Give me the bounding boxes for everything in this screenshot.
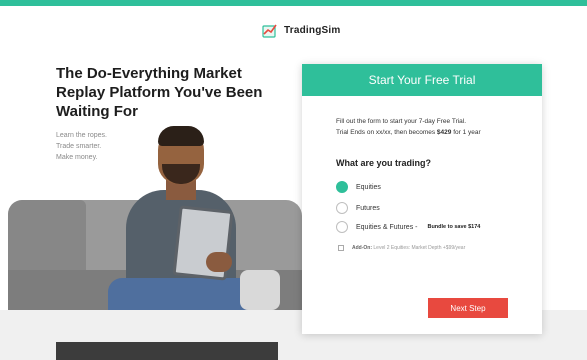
pillow [240,270,280,310]
addon-text: Add-On: Level 2 Equities: Market Depth +… [352,245,465,251]
addon-detail: Level 2 Equities: Market Depth +$99/year [372,245,466,251]
option-futures[interactable]: Futures [336,202,380,214]
bundle-note: Bundle to save $174 [427,224,481,230]
hero-photo [8,120,302,310]
person-hair [158,126,204,146]
intro-line-1: Fill out the form to start your 7-day Fr… [336,118,467,125]
free-trial-form: Start Your Free Trial Fill out the form … [302,64,542,334]
addon-level2[interactable]: Add-On: Level 2 Equities: Market Depth +… [338,245,465,251]
option-label: Equities [356,183,381,191]
brand-logo[interactable]: TradingSim [262,22,340,38]
option-label: Futures [356,204,380,212]
brand-name: TradingSim [284,24,341,36]
hero-title: The Do-Everything Market Replay Platform… [56,65,263,120]
person-jeans [108,278,258,310]
person-hand [206,252,232,272]
radio-icon[interactable] [336,221,348,233]
top-accent-bar [0,0,587,6]
radio-icon[interactable] [336,202,348,214]
checkbox-icon[interactable] [338,245,344,251]
chart-logo-icon [262,24,277,38]
form-intro: Fill out the form to start your 7-day Fr… [336,116,536,138]
next-step-button[interactable]: Next Step [428,298,508,318]
option-equities[interactable]: Equities [336,181,381,193]
intro-line-2: Trial Ends on xx/xx, then becomes $429 f… [336,127,536,138]
form-header: Start Your Free Trial [302,64,542,96]
intro-suffix: for 1 year [451,129,481,136]
trading-question: What are you trading? [336,158,432,168]
intro-price: $429 [436,129,452,136]
option-bundle[interactable]: Equities & Futures - Bundle to save $174 [336,221,480,233]
option-label: Equities & Futures - [356,223,418,231]
dark-footer-strip [56,342,278,360]
addon-label: Add-On: [352,245,372,251]
radio-selected-icon[interactable] [336,181,348,193]
intro-prefix: Trial Ends on xx/xx, then becomes [336,129,437,136]
